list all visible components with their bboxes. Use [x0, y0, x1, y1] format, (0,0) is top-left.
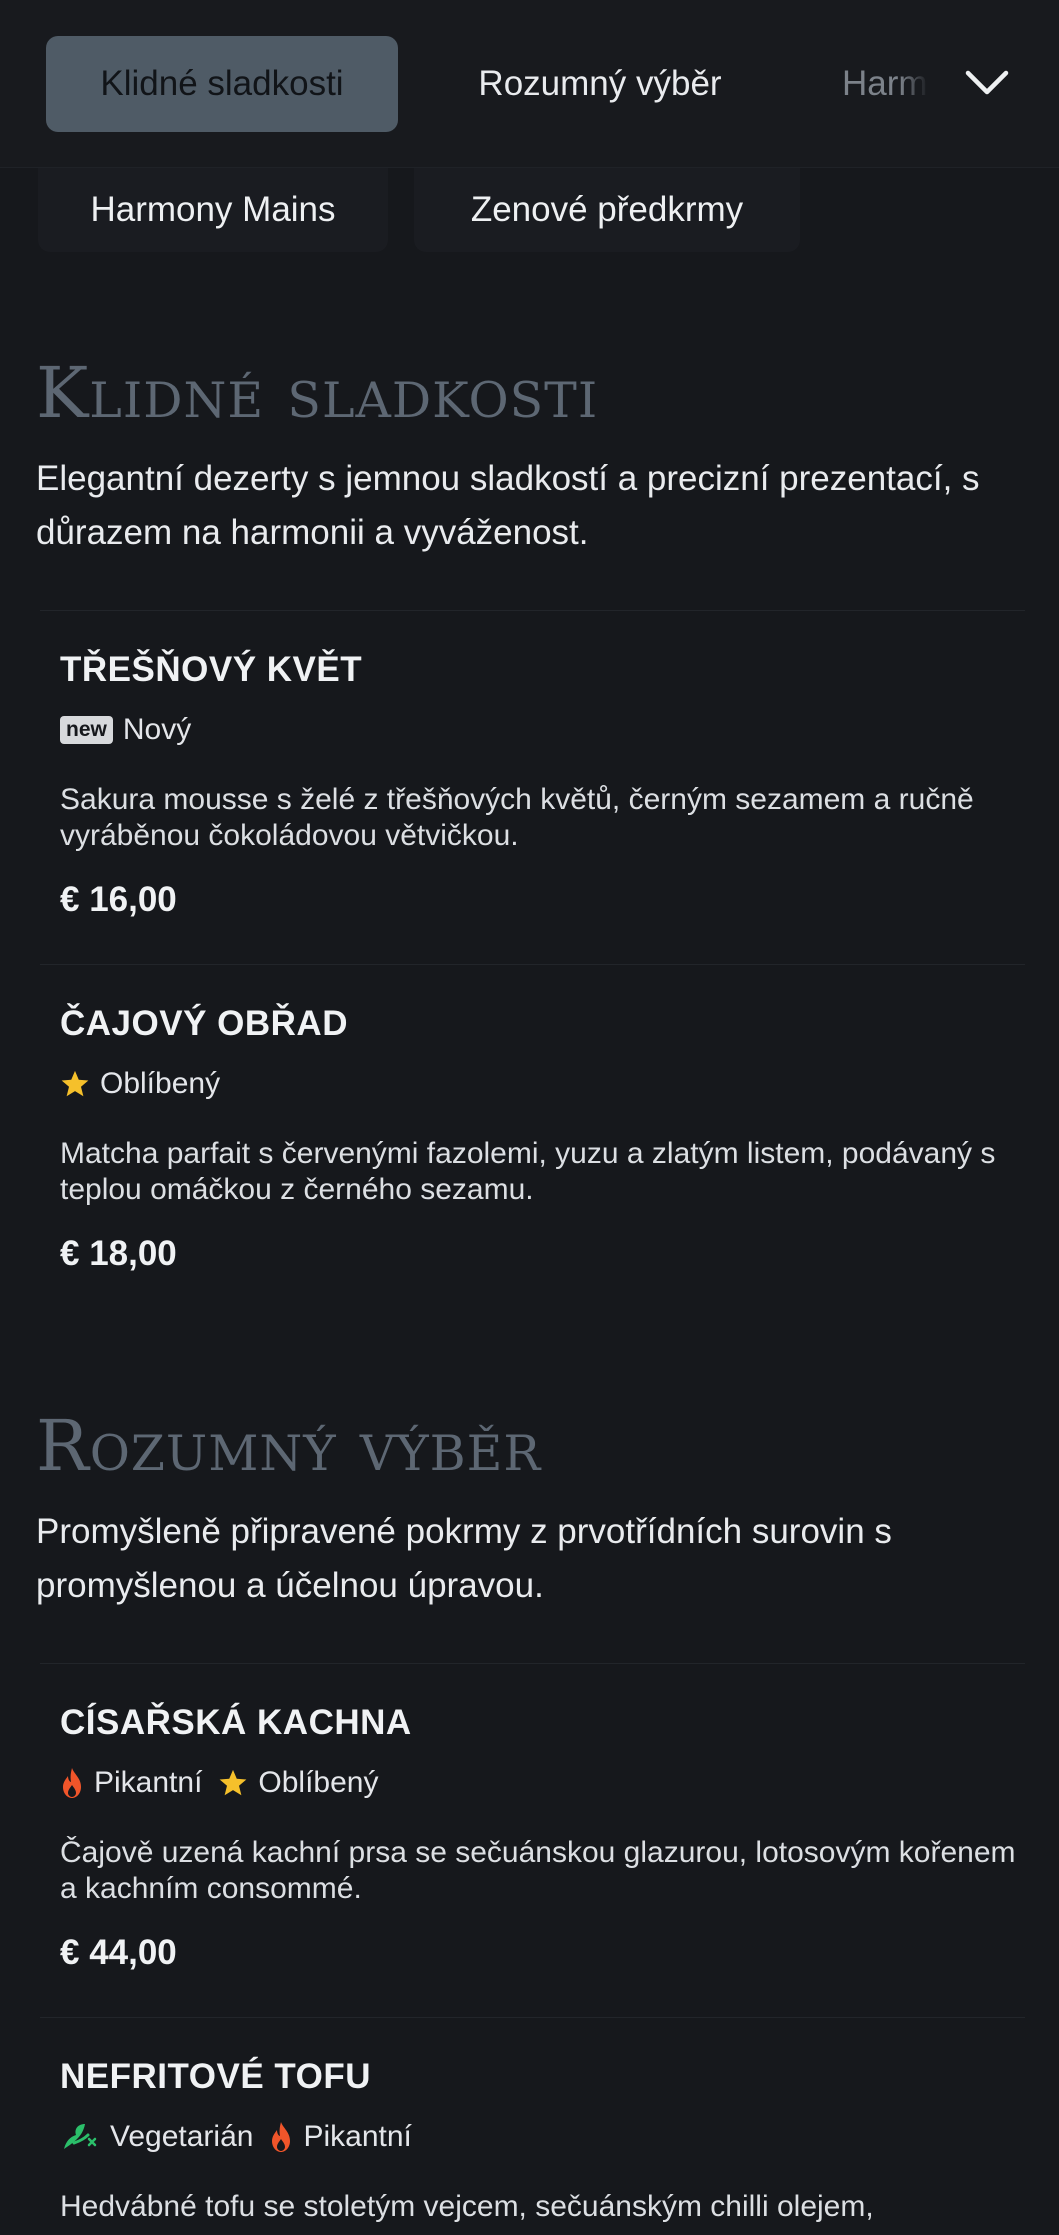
tag-label: Nový: [122, 713, 192, 746]
tag-label: Vegetarián: [110, 2120, 254, 2153]
menu-item-description: Matcha parfait s červenými fazolemi, yuz…: [60, 1137, 996, 1206]
menu-item-tags: new Nový: [60, 710, 207, 750]
menu-item-price: € 44,00: [60, 1933, 177, 1972]
menu-item-description: Sakura mousse s želé z třešňových květů,…: [60, 783, 974, 852]
menu-item-name: NEFRITOVÉ TOFU: [60, 2057, 372, 2096]
tag-label: Pikantní: [94, 1766, 203, 1799]
section-description: Elegantní dezerty s jemnou sladkostí a p…: [36, 459, 980, 552]
menu-item-name: ČAJOVÝ OBŘAD: [60, 1004, 348, 1043]
tag-label: Pikantní: [303, 2120, 412, 2153]
star-icon: [60, 1069, 90, 1099]
tab-scroll-fade: [900, 30, 960, 140]
flame-icon: [269, 2121, 293, 2153]
tag-vegetarian: Vegetarián: [60, 2120, 253, 2154]
divider: [40, 1663, 1025, 1664]
section-description: Promyšleně připravené pokrmy z prvotřídn…: [36, 1512, 892, 1605]
menu-item-description: Hedvábné tofu se stoletým vejcem, sečuán…: [60, 2190, 874, 2223]
divider: [40, 964, 1025, 965]
leaf-icon: [60, 2121, 100, 2153]
divider: [40, 610, 1025, 611]
divider: [40, 2017, 1025, 2018]
tag-label: Oblíbený: [100, 1067, 221, 1100]
tag-spicy: Pikantní: [269, 2120, 412, 2154]
menu-item-tags: Pikantní Oblíbený: [60, 1763, 394, 1803]
star-icon: [218, 1768, 248, 1798]
menu-item-name: TŘEŠŇOVÝ KVĚT: [60, 650, 363, 689]
tag-label: Oblíbený: [258, 1766, 379, 1799]
menu-item-price: € 16,00: [60, 880, 177, 919]
section-title: Klidné sladkosti: [36, 352, 599, 434]
tag-new: new Nový: [60, 713, 191, 747]
category-nav: Klidné sladkosti Rozumný výběr Harm: [0, 0, 1059, 168]
menu-item-description: Čajově uzená kachní prsa se sečuánskou g…: [60, 1836, 1016, 1905]
menu-item-price: € 18,00: [60, 1234, 177, 1273]
flame-icon: [60, 1767, 84, 1799]
tab-zenove-predkrmy[interactable]: Zenové předkrmy: [414, 168, 800, 252]
tab-rozumny-vyber[interactable]: Rozumný výběr: [440, 36, 760, 132]
menu-item-tags: Vegetarián Pikantní: [60, 2117, 428, 2157]
tab-klidne-sladkosti[interactable]: Klidné sladkosti: [46, 36, 398, 132]
new-badge: new: [60, 716, 113, 744]
tag-popular: Oblíbený: [60, 1067, 220, 1101]
menu-item-tags: Oblíbený: [60, 1064, 236, 1104]
tab-harmony-mains[interactable]: Harmony Mains: [38, 168, 388, 252]
chevron-down-icon[interactable]: [962, 58, 1012, 108]
menu-item-name: CÍSAŘSKÁ KACHNA: [60, 1703, 412, 1742]
tag-popular: Oblíbený: [218, 1766, 378, 1800]
section-title: Rozumný výběr: [36, 1405, 542, 1487]
tag-spicy: Pikantní: [60, 1766, 202, 1800]
